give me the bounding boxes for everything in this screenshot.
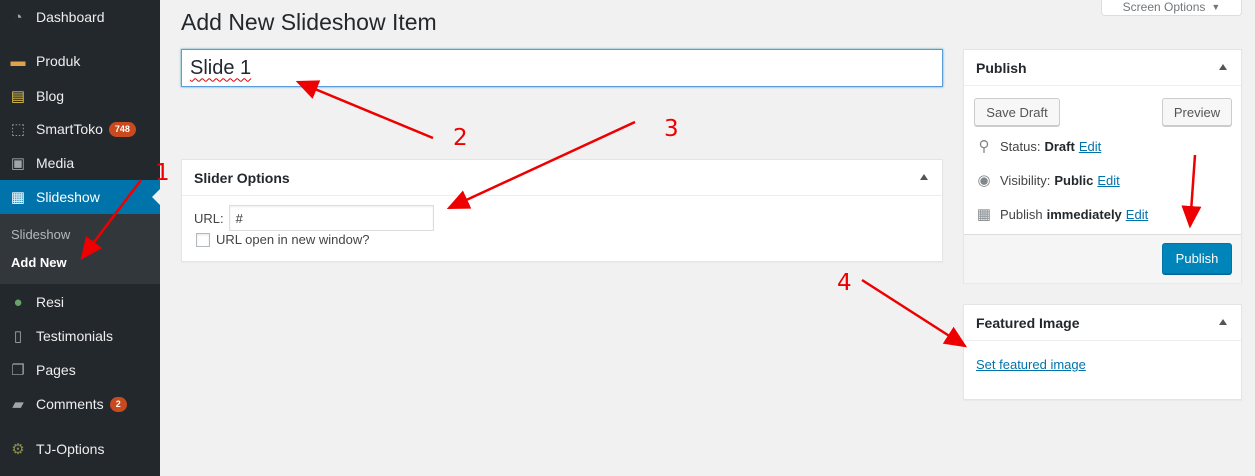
status-edit-link[interactable]: Edit: [1079, 139, 1101, 154]
slider-options-header[interactable]: Slider Options: [182, 160, 942, 196]
calendar-icon: ▦: [976, 206, 992, 223]
count-badge: 2: [109, 396, 127, 412]
save-draft-label: Save Draft: [986, 104, 1048, 120]
testimonials-icon: ▯: [13, 328, 23, 345]
submenu-item-add-new[interactable]: Add New: [11, 255, 67, 270]
dashboard-icon: ◔: [13, 8, 23, 26]
submenu-item-slideshow[interactable]: Slideshow: [11, 227, 70, 242]
annotation-number-2: 2: [453, 125, 468, 151]
visibility-value: Public: [1054, 172, 1094, 188]
pages-icon: ❐: [11, 362, 25, 379]
featured-image-box: Featured Image Set featured image: [963, 304, 1242, 400]
sidebar-item-testimonials[interactable]: ▯ Testimonials: [0, 319, 160, 353]
publish-header[interactable]: Publish: [964, 50, 1241, 86]
sidebar-item-label: Resi: [36, 294, 65, 310]
sidebar-item-produk[interactable]: ▬ Produk: [0, 44, 160, 78]
visibility-edit-link[interactable]: Edit: [1097, 173, 1119, 188]
schedule-edit-link[interactable]: Edit: [1126, 207, 1148, 222]
set-featured-image-link[interactable]: Set featured image: [976, 357, 1086, 372]
sidebar-item-label: Slideshow: [36, 189, 100, 205]
url-value: #: [235, 210, 243, 226]
new-window-checkbox[interactable]: [196, 232, 210, 247]
sidebar-item-blog[interactable]: ▤ Blog: [0, 79, 160, 113]
sidebar-item-label: SmartToko: [36, 121, 103, 137]
new-window-label: URL open in new window?: [216, 232, 370, 247]
post-title-input[interactable]: Slide 1: [181, 49, 943, 87]
blog-icon: ▤: [10, 88, 26, 105]
sidebar-item-label: Comments: [36, 396, 104, 412]
box-title: Publish: [976, 59, 1027, 76]
sidebar-item-tj-options[interactable]: ⚙ TJ-Options: [0, 432, 160, 466]
schedule-row: ▦ Publish immediately Edit: [974, 205, 1148, 223]
sidebar-item-smarttoko[interactable]: ⬚ SmartToko 748: [0, 112, 160, 146]
sidebar-item-label: Testimonials: [36, 328, 114, 344]
preview-label: Preview: [1173, 104, 1221, 120]
collapse-icon[interactable]: [1219, 64, 1227, 70]
options-icon: ⚙: [11, 441, 25, 458]
media-icon: ▣: [10, 155, 26, 172]
save-draft-button[interactable]: Save Draft: [974, 98, 1060, 126]
sidebar-item-resi[interactable]: ● Resi: [0, 285, 160, 319]
annotation-arrow-2: [295, 80, 434, 140]
featured-image-header[interactable]: Featured Image: [964, 305, 1241, 341]
page-title: Add New Slideshow Item: [181, 9, 437, 35]
url-input[interactable]: #: [228, 205, 434, 231]
visibility-label: Visibility:: [1000, 172, 1051, 188]
count-badge: 748: [108, 121, 136, 137]
store-icon: ⬚: [10, 121, 26, 138]
location-icon: ●: [13, 293, 23, 311]
sidebar-item-label: TJ-Options: [36, 441, 105, 457]
eye-icon: ◉: [977, 172, 991, 189]
publish-button[interactable]: Publish: [1162, 243, 1232, 274]
box-title: Slider Options: [194, 169, 290, 186]
slideshow-submenu: Slideshow Add New: [0, 214, 160, 284]
sidebar-item-slideshow[interactable]: ▦ Slideshow: [0, 180, 160, 214]
sidebar-item-media[interactable]: ▣ Media: [0, 146, 160, 180]
caret-down-icon: ▼: [1211, 1, 1221, 12]
sidebar-item-comments[interactable]: ▰ Comments 2: [0, 387, 160, 421]
publish-box: Publish Save Draft Preview ⚲ Status: Dra…: [963, 49, 1242, 283]
collapse-icon[interactable]: [1219, 319, 1227, 325]
pin-icon: ⚲: [978, 138, 990, 155]
visibility-row: ◉ Visibility: Public Edit: [974, 171, 1119, 189]
preview-button[interactable]: Preview: [1162, 98, 1232, 126]
sidebar-item-label: Pages: [36, 362, 76, 378]
sidebar-item-label: Media: [36, 155, 75, 171]
screen-options-button[interactable]: Screen Options ▼: [1101, 0, 1242, 16]
url-label: URL:: [194, 210, 224, 226]
post-title-value: Slide 1: [190, 56, 252, 79]
admin-sidebar: ◔ Dashboard ▬ Produk ▤ Blog ⬚ SmartToko …: [0, 0, 160, 476]
products-icon: ▬: [10, 52, 26, 70]
slider-options-box: Slider Options URL: # URL open in new wi…: [181, 159, 943, 262]
slideshow-icon: ▦: [10, 189, 26, 206]
publish-button-label: Publish: [1175, 251, 1219, 266]
status-label: Status:: [1000, 138, 1041, 154]
box-title: Featured Image: [976, 314, 1080, 331]
sidebar-item-label: Dashboard: [36, 9, 105, 25]
annotation-number-4: 4: [837, 270, 852, 296]
annotation-number-1: 1: [155, 160, 170, 186]
publish-actions: Publish: [964, 234, 1241, 283]
sidebar-item-label: Blog: [36, 88, 65, 104]
status-value: Draft: [1044, 138, 1075, 154]
sidebar-item-label: Produk: [36, 53, 81, 69]
screen-options-label: Screen Options: [1122, 0, 1206, 14]
schedule-value: immediately: [1046, 206, 1122, 222]
schedule-label: Publish: [1000, 206, 1043, 222]
sidebar-item-dashboard[interactable]: ◔ Dashboard: [0, 0, 160, 34]
sidebar-item-pages[interactable]: ❐ Pages: [0, 353, 160, 387]
status-row: ⚲ Status: Draft Edit: [974, 137, 1102, 155]
collapse-icon[interactable]: [920, 174, 928, 180]
comments-icon: ▰: [12, 396, 24, 413]
annotation-arrow-4: [861, 278, 968, 348]
annotation-number-3: 3: [664, 116, 679, 142]
